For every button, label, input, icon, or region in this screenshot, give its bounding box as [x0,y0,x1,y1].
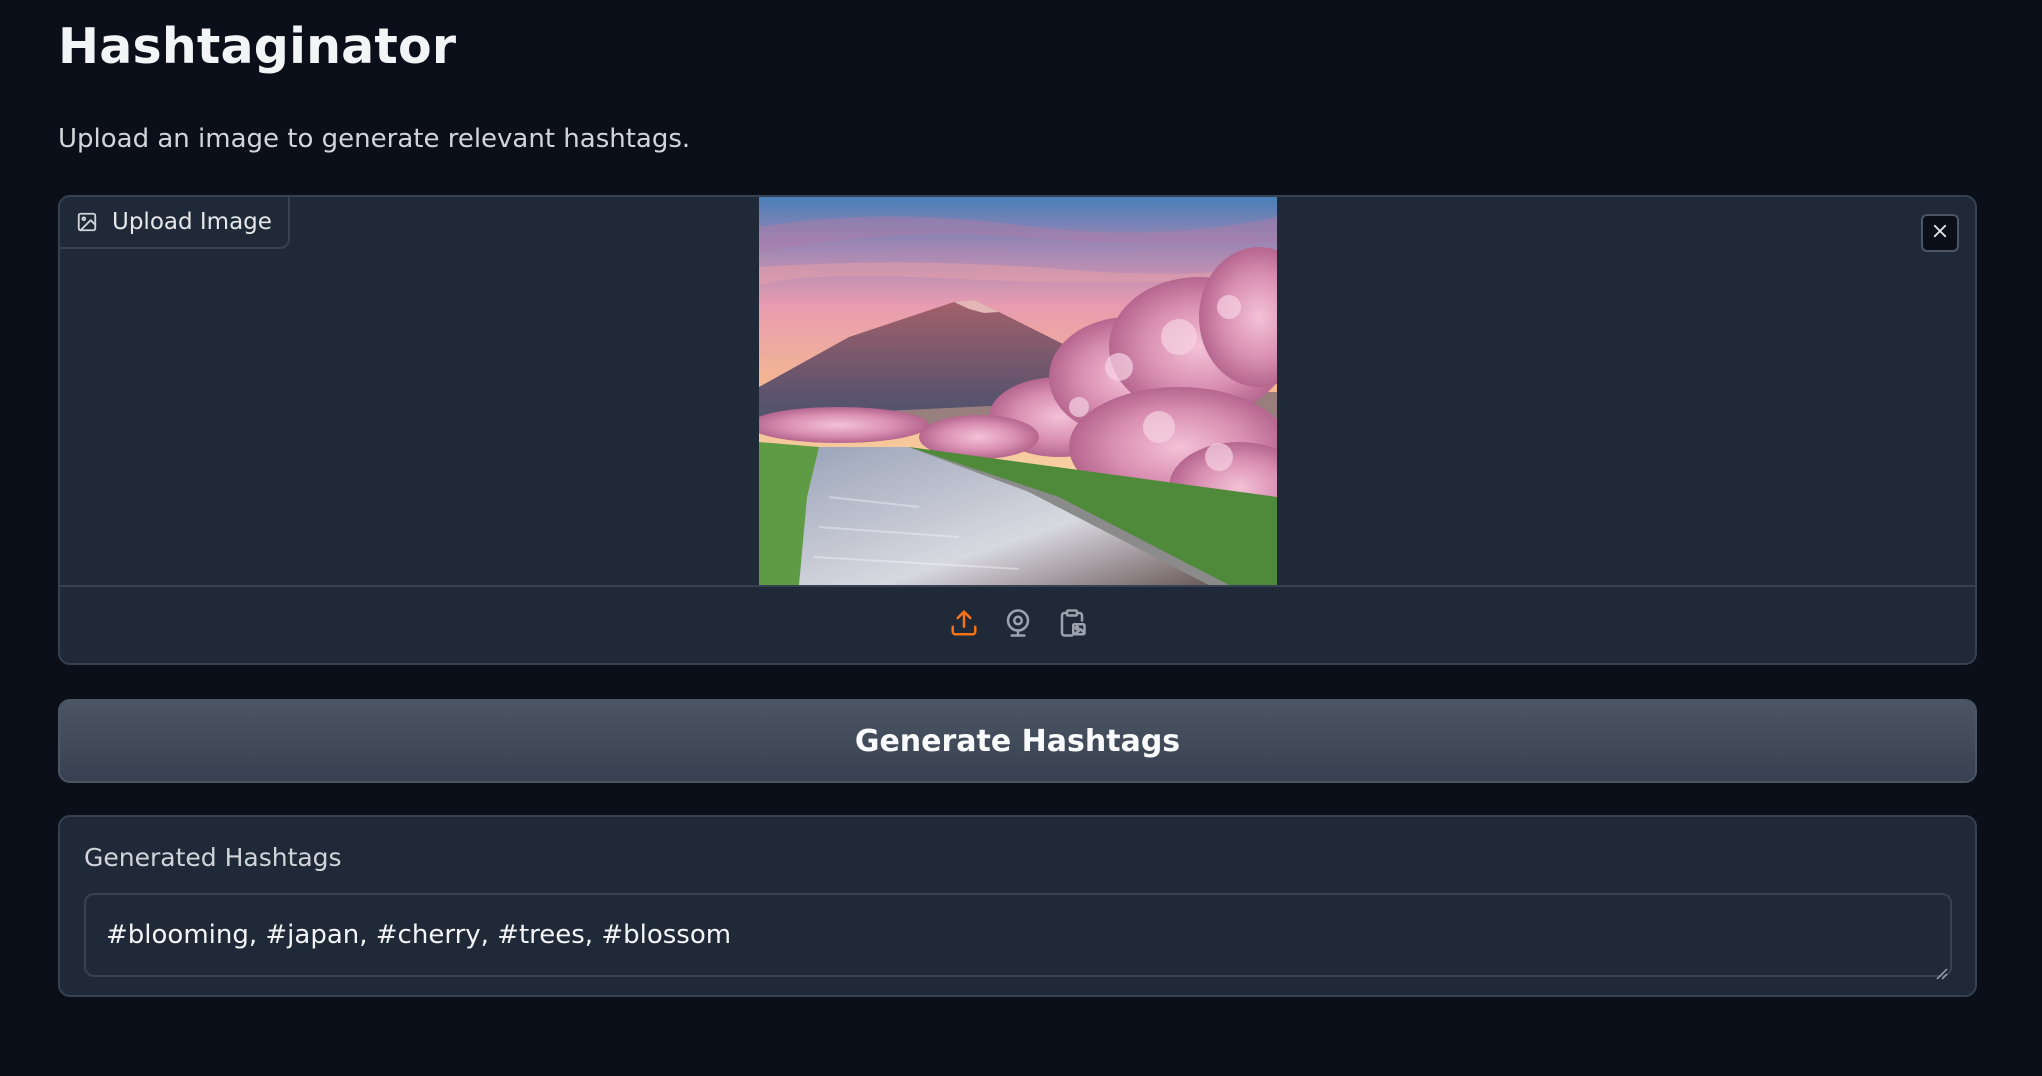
image-input-label-text: Upload Image [112,209,272,235]
image-upload-panel[interactable]: Upload Image [58,195,1977,665]
image-input-label: Upload Image [60,197,290,249]
output-label: Generated Hashtags [84,843,342,872]
close-icon [1931,222,1949,244]
page-title: Hashtaginator [58,18,457,75]
hashtags-output-text: #blooming, #japan, #cherry, #trees, #blo… [106,920,732,950]
upload-source-button[interactable] [947,608,981,642]
hashtags-output-panel: Generated Hashtags #blooming, #japan, #c… [58,815,1977,997]
resize-handle-icon[interactable] [1932,957,1948,980]
image-source-toolbar [60,585,1975,663]
webcam-source-button[interactable] [1001,608,1035,642]
clipboard-source-button[interactable] [1055,608,1089,642]
upload-icon [949,608,979,642]
image-icon [76,211,98,233]
app-page: Hashtaginator Upload an image to generat… [0,0,2042,1076]
uploaded-image-preview [759,197,1277,585]
webcam-icon [1003,608,1033,642]
clipboard-icon [1057,608,1087,642]
generate-hashtags-button[interactable]: Generate Hashtags [58,699,1977,783]
hashtags-output-textbox[interactable]: #blooming, #japan, #cherry, #trees, #blo… [84,893,1952,980]
page-description: Upload an image to generate relevant has… [58,124,691,154]
clear-image-button[interactable] [1921,214,1959,252]
